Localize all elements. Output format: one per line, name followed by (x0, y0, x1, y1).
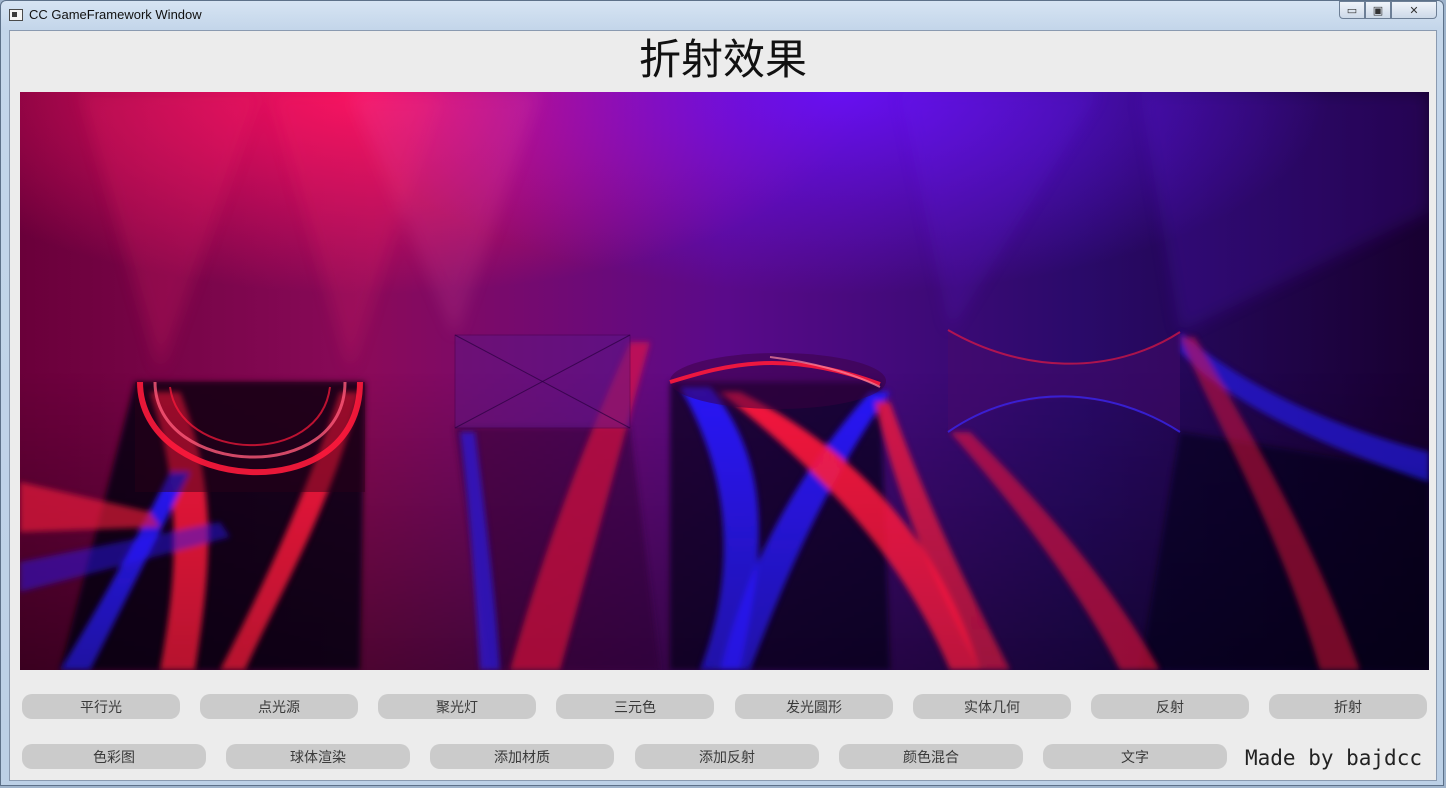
prism-box-shape (454, 334, 631, 429)
page-title: 折射效果 (638, 35, 807, 84)
client-area: 折射效果 平行光 点光源 聚光灯 三元色 发光圆形 实体几何 反射 折射 色彩图… (9, 30, 1437, 781)
toolbar-button-row2-4[interactable]: 添加反射 (635, 744, 819, 769)
toolbar-button-row2-5[interactable]: 颜色混合 (839, 744, 1023, 769)
credit-label: Made by bajdcc (1244, 746, 1422, 770)
toolbar-button-row2-3[interactable]: 添加材质 (430, 744, 614, 769)
toolbar-button-5[interactable]: 发光圆形 (735, 694, 893, 719)
window-icon (9, 9, 23, 21)
toolbar-button-6[interactable]: 实体几何 (913, 694, 1071, 719)
app-window: CC GameFramework Window ▭ ▣ ✕ 折射效果 平行光 点… (0, 0, 1444, 786)
toolbar-button-row2-6[interactable]: 文字 (1043, 744, 1227, 769)
toolbar-button-3[interactable]: 聚光灯 (378, 694, 536, 719)
maximize-button[interactable]: ▣ (1365, 1, 1391, 19)
toolbar-button-2[interactable]: 点光源 (200, 694, 358, 719)
toolbar-button-row2-2[interactable]: 球体渲染 (226, 744, 410, 769)
toolbar-button-8[interactable]: 折射 (1269, 694, 1427, 719)
half-ring-shape (135, 381, 365, 492)
window-title: CC GameFramework Window (29, 7, 202, 22)
toolbar-button-row2-1[interactable]: 色彩图 (22, 744, 206, 769)
toolbar-button-4[interactable]: 三元色 (556, 694, 714, 719)
toolbar-button-7[interactable]: 反射 (1091, 694, 1249, 719)
refraction-render (20, 92, 1429, 670)
title-bar[interactable]: CC GameFramework Window ▭ ▣ ✕ (1, 1, 1443, 29)
close-button[interactable]: ✕ (1391, 1, 1437, 19)
render-canvas[interactable] (20, 92, 1429, 670)
lens-shape (669, 353, 886, 409)
toolbar-button-1[interactable]: 平行光 (22, 694, 180, 719)
minimize-button[interactable]: ▭ (1339, 1, 1365, 19)
